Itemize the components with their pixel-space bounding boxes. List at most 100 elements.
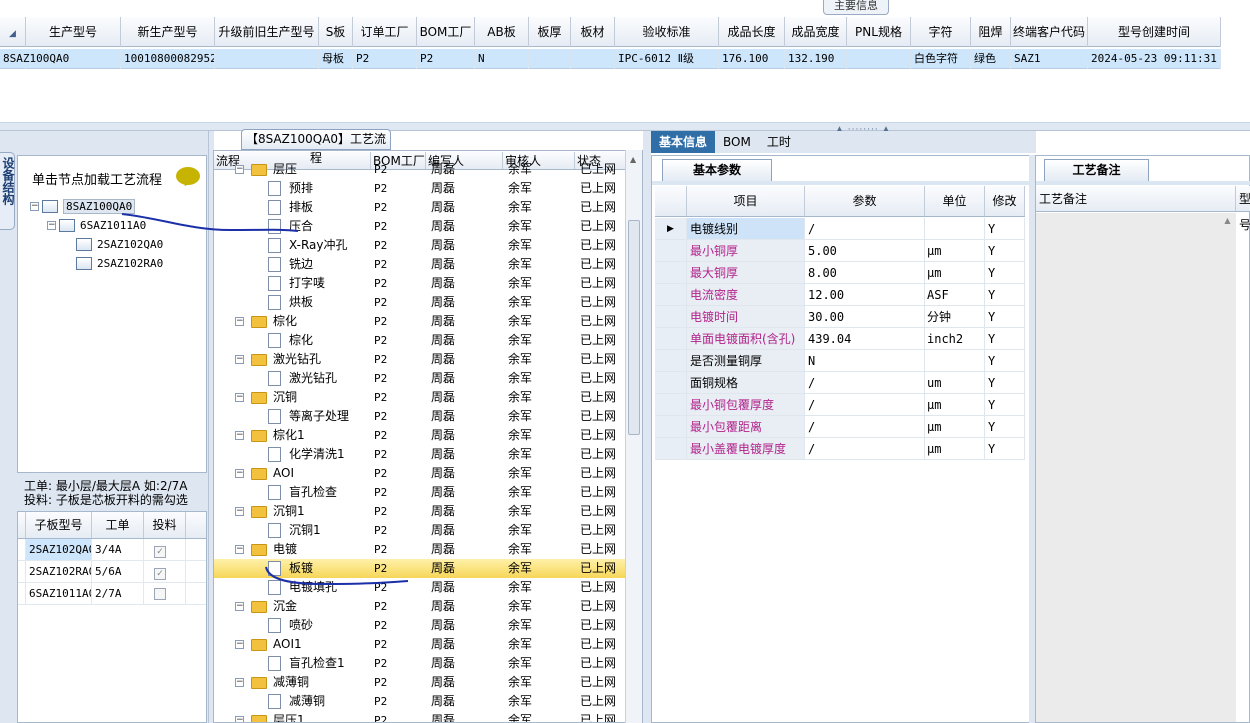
- cell[interactable]: P2: [353, 49, 417, 69]
- param-unit[interactable]: μm: [925, 438, 985, 459]
- process-row[interactable]: 电镀填孔 P2 周磊 余军 已上网: [214, 578, 626, 597]
- feed-checkbox[interactable]: [154, 588, 166, 600]
- cell[interactable]: 2024-05-23 09:11:31: [1088, 49, 1221, 69]
- cell[interactable]: P2: [417, 49, 475, 69]
- col-header[interactable]: 修改: [985, 186, 1025, 216]
- process-flow-tab[interactable]: 【8SAZ100QA0】工艺流程: [241, 129, 391, 165]
- collapse-icon[interactable]: −: [235, 165, 244, 174]
- scroll-up-icon[interactable]: ▲: [630, 155, 636, 164]
- process-row[interactable]: 排板 P2 周磊 余军 已上网: [214, 198, 626, 217]
- col-header[interactable]: 单位: [925, 186, 985, 216]
- process-row[interactable]: − 棕化 P2 周磊 余军 已上网: [214, 312, 626, 331]
- collapse-icon[interactable]: −: [235, 431, 244, 440]
- param-modify[interactable]: Y: [985, 306, 1025, 327]
- master-info-tab[interactable]: 主要信息: [823, 0, 889, 15]
- col-header[interactable]: 板材: [571, 17, 615, 47]
- param-row[interactable]: 最小盖覆电镀厚度 / μm Y: [655, 438, 1025, 460]
- param-modify[interactable]: Y: [985, 262, 1025, 283]
- col-header[interactable]: 型号创建时间: [1088, 17, 1221, 47]
- param-row[interactable]: 最小铜包覆厚度 / μm Y: [655, 394, 1025, 416]
- cell[interactable]: 132.190: [785, 49, 847, 69]
- cell[interactable]: 10010800082952: [121, 49, 215, 69]
- param-row[interactable]: 面铜规格 / um Y: [655, 372, 1025, 394]
- param-modify[interactable]: Y: [985, 284, 1025, 305]
- param-unit[interactable]: μm: [925, 416, 985, 437]
- param-value[interactable]: /: [805, 394, 925, 415]
- process-row[interactable]: − 沉金 P2 周磊 余军 已上网: [214, 597, 626, 616]
- param-modify[interactable]: Y: [985, 350, 1025, 371]
- process-row[interactable]: 预排 P2 周磊 余军 已上网: [214, 179, 626, 198]
- param-unit[interactable]: inch2: [925, 328, 985, 349]
- param-value[interactable]: 5.00: [805, 240, 925, 261]
- col-header[interactable]: 成品宽度: [785, 17, 847, 47]
- process-row[interactable]: − 激光钻孔 P2 周磊 余军 已上网: [214, 350, 626, 369]
- collapse-icon[interactable]: −: [235, 355, 244, 364]
- process-row[interactable]: − 电镀 P2 周磊 余军 已上网: [214, 540, 626, 559]
- param-row[interactable]: 单面电镀面积(含孔) 439.04 inch2 Y: [655, 328, 1025, 350]
- process-row[interactable]: − 沉铜 P2 周磊 余军 已上网: [214, 388, 626, 407]
- col-header[interactable]: 板厚: [529, 17, 571, 47]
- process-row[interactable]: 烘板 P2 周磊 余军 已上网: [214, 293, 626, 312]
- tree-node[interactable]: 2SAZ102RA0: [76, 255, 163, 271]
- col-header[interactable]: 验收标准: [615, 17, 719, 47]
- tree-node[interactable]: 2SAZ102QA0: [76, 236, 163, 252]
- feed-checkbox[interactable]: ✓: [154, 546, 166, 558]
- process-row[interactable]: 等离子处理 P2 周磊 余军 已上网: [214, 407, 626, 426]
- param-row[interactable]: 电流密度 12.00 ASF Y: [655, 284, 1025, 306]
- col-header[interactable]: 成品长度: [719, 17, 785, 47]
- collapse-icon[interactable]: −: [235, 317, 244, 326]
- table-row[interactable]: 2SAZ102RA0 5/6A ✓: [18, 561, 206, 583]
- param-value[interactable]: /: [805, 218, 925, 239]
- process-row[interactable]: 喷砂 P2 周磊 余军 已上网: [214, 616, 626, 635]
- master-grid-row[interactable]: 8SAZ100QA0 10010800082952 母板 P2 P2 N IPC-6012 …: [0, 49, 1221, 69]
- process-row[interactable]: 打字唛 P2 周磊 余军 已上网: [214, 274, 626, 293]
- process-notes-tab[interactable]: 工艺备注: [1044, 159, 1149, 181]
- collapse-icon[interactable]: −: [235, 469, 244, 478]
- collapse-icon[interactable]: −: [235, 640, 244, 649]
- cell[interactable]: [529, 49, 571, 69]
- col-header[interactable]: S板: [319, 17, 353, 47]
- cell[interactable]: 2SAZ102RA0: [26, 561, 92, 582]
- vertical-scrollbar[interactable]: ▲: [625, 150, 642, 723]
- param-modify[interactable]: Y: [985, 328, 1025, 349]
- horizontal-splitter[interactable]: [0, 123, 1250, 131]
- param-row[interactable]: 最小包覆距离 / μm Y: [655, 416, 1025, 438]
- param-value[interactable]: 30.00: [805, 306, 925, 327]
- tree-node[interactable]: 8SAZ100QA0: [42, 198, 136, 214]
- collapse-icon[interactable]: −: [30, 202, 39, 211]
- param-value[interactable]: /: [805, 372, 925, 393]
- cell[interactable]: [847, 49, 911, 69]
- scroll-thumb[interactable]: [628, 220, 640, 435]
- tab-bom[interactable]: BOM: [715, 131, 759, 153]
- cell[interactable]: IPC-6012 Ⅱ级: [615, 49, 719, 69]
- basic-params-tab[interactable]: 基本参数: [662, 159, 772, 181]
- param-value[interactable]: 12.00: [805, 284, 925, 305]
- param-row[interactable]: 是否测量铜厚 N Y: [655, 350, 1025, 372]
- process-row[interactable]: − AOI1 P2 周磊 余军 已上网: [214, 635, 626, 654]
- process-row[interactable]: − 层压1 P2 周磊 余军 已上网: [214, 711, 626, 722]
- process-row[interactable]: 减薄铜 P2 周磊 余军 已上网: [214, 692, 626, 711]
- param-modify[interactable]: Y: [985, 438, 1025, 459]
- col-header[interactable]: 订单工厂: [353, 17, 417, 47]
- table-row[interactable]: 6SAZ1011A0 2/7A: [18, 583, 206, 605]
- collapse-icon[interactable]: −: [235, 716, 244, 722]
- process-row[interactable]: 激光钻孔 P2 周磊 余军 已上网: [214, 369, 626, 388]
- chat-bubble-icon[interactable]: [176, 167, 200, 185]
- col-header[interactable]: 生产型号: [26, 17, 121, 47]
- param-unit[interactable]: μm: [925, 262, 985, 283]
- cell[interactable]: 母板: [319, 49, 353, 69]
- param-modify[interactable]: Y: [985, 240, 1025, 261]
- process-row[interactable]: − AOI P2 周磊 余军 已上网: [214, 464, 626, 483]
- param-modify[interactable]: Y: [985, 394, 1025, 415]
- col-header[interactable]: 升级前旧生产型号: [215, 17, 319, 47]
- col-header[interactable]: 子板型号: [26, 512, 92, 538]
- tab-basic-info[interactable]: 基本信息: [651, 131, 716, 153]
- col-header[interactable]: BOM工厂: [417, 17, 475, 47]
- param-modify[interactable]: Y: [985, 372, 1025, 393]
- cell[interactable]: 2SAZ102QA0: [26, 539, 92, 560]
- param-unit[interactable]: um: [925, 372, 985, 393]
- param-value[interactable]: /: [805, 416, 925, 437]
- col-header[interactable]: AB板: [475, 17, 529, 47]
- process-row[interactable]: − 沉铜1 P2 周磊 余军 已上网: [214, 502, 626, 521]
- param-row[interactable]: ▶ 电镀线别 / Y: [655, 218, 1025, 240]
